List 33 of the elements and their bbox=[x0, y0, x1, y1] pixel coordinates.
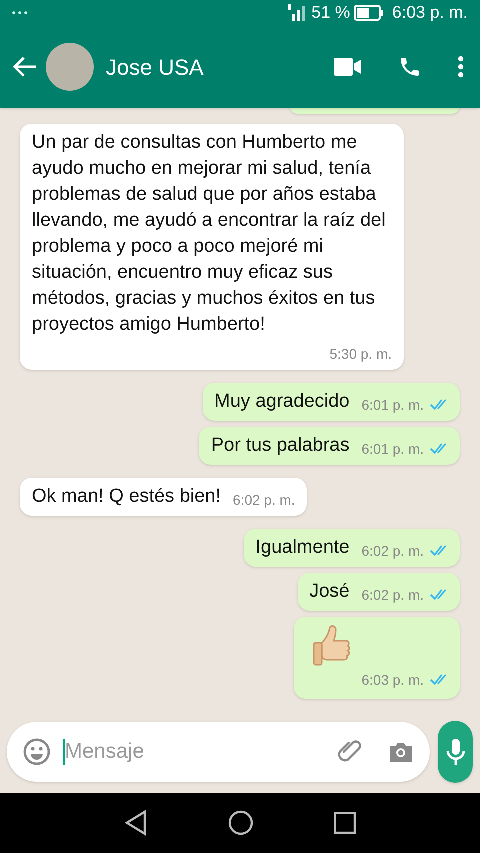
nav-recents-icon[interactable] bbox=[334, 812, 356, 834]
status-time: 6:03 p. m. bbox=[392, 2, 468, 24]
nav-home-icon[interactable] bbox=[228, 810, 254, 836]
message-time: 6:01 p. m. bbox=[362, 440, 424, 459]
contact-name[interactable]: Jose USA bbox=[106, 50, 334, 84]
microphone-icon bbox=[446, 738, 466, 766]
battery-icon bbox=[354, 5, 384, 21]
message-text: José bbox=[310, 580, 350, 604]
voice-message-button[interactable] bbox=[438, 721, 473, 783]
message-text: Ok man! Q estés bien! bbox=[32, 485, 222, 509]
message-input-field[interactable]: Mensaje bbox=[65, 736, 336, 768]
back-arrow-icon bbox=[12, 56, 38, 78]
message-time: 6:02 p. m. bbox=[362, 586, 424, 605]
message-input-bar[interactable]: Mensaje bbox=[7, 722, 430, 782]
emoji-icon[interactable] bbox=[23, 738, 51, 766]
message-time: 6:02 p. m. bbox=[362, 542, 424, 561]
thumbs-up-icon bbox=[312, 625, 352, 667]
message-time: 6:01 p. m. bbox=[362, 396, 424, 415]
more-options-icon[interactable] bbox=[458, 56, 464, 78]
nav-back-icon[interactable] bbox=[124, 810, 148, 836]
phone-icon[interactable] bbox=[398, 55, 422, 79]
battery-percentage: 51 % bbox=[312, 2, 350, 24]
video-call-icon[interactable] bbox=[334, 58, 362, 76]
message-time: 6:03 p. m. bbox=[362, 671, 424, 690]
message-time: 5:30 p. m. bbox=[330, 345, 392, 364]
message-time: 6:02 p. m. bbox=[233, 491, 296, 510]
message-text: Igualmente bbox=[256, 536, 350, 560]
camera-icon[interactable] bbox=[388, 741, 414, 763]
message-text: Por tus palabras bbox=[211, 434, 350, 458]
message-text: Un par de consultas con Humberto me ayudo mucho en mejorar mi salud, tenía problemas de salud que por años estaba llevando, me ayudó a encontrar la raíz del problema y poco a poco mejoré mi situación, encuentro muy eficaz sus métodos, gracias y muchos éxitos en tus proyectos amigo Humberto! bbox=[32, 131, 387, 337]
notification-dots-icon bbox=[12, 11, 28, 15]
message-text: Muy agradecido bbox=[214, 390, 350, 414]
signal-icon bbox=[288, 4, 308, 22]
